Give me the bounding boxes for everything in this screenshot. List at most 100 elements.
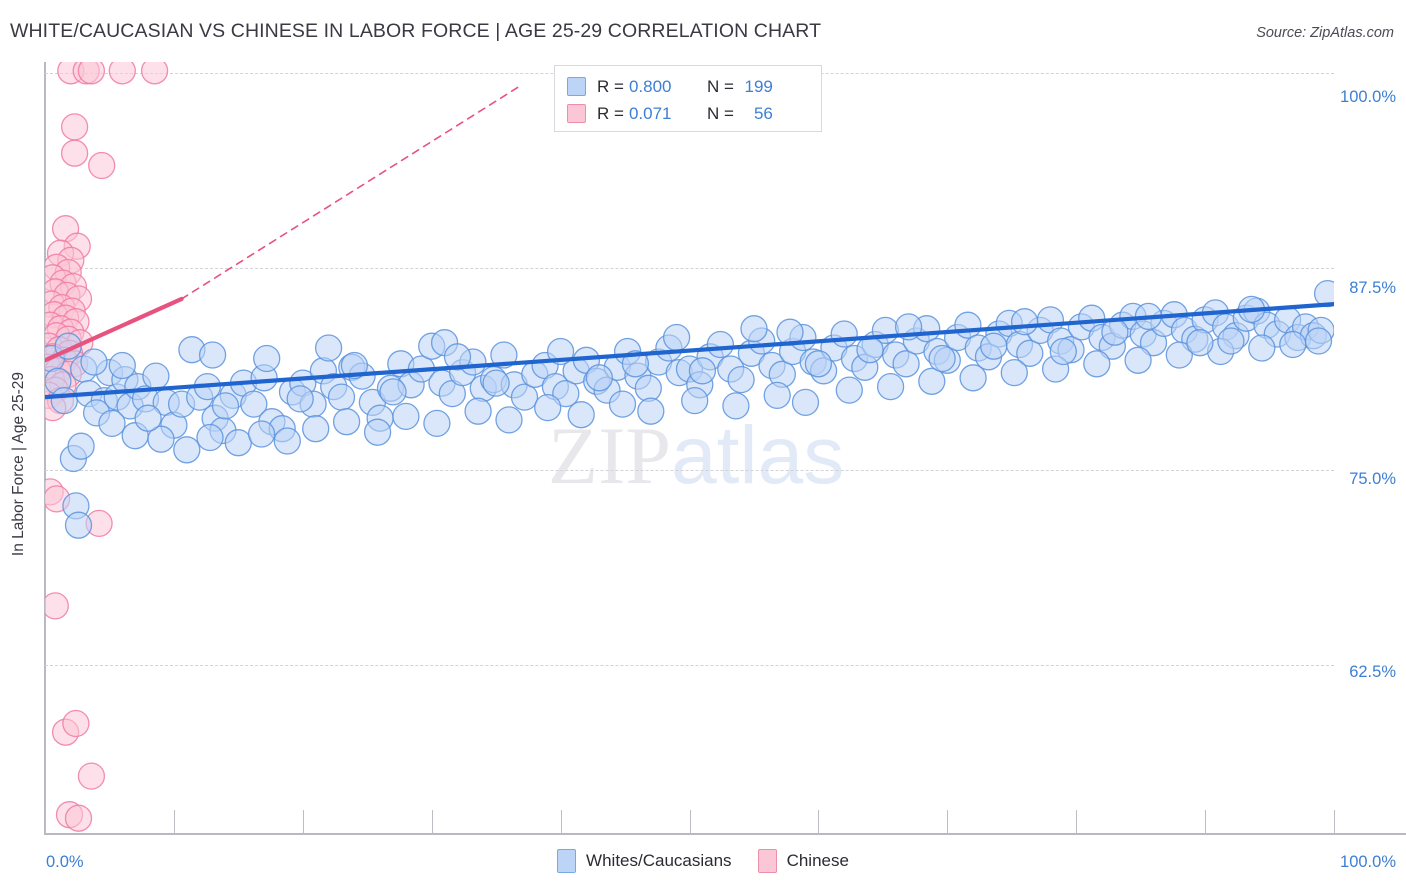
data-point	[173, 436, 201, 464]
data-point	[67, 432, 95, 460]
data-point	[224, 429, 252, 457]
data-point	[637, 397, 665, 425]
source-label: Source: ZipAtlas.com	[1256, 25, 1394, 41]
data-point	[64, 804, 93, 832]
data-point	[1279, 330, 1307, 359]
data-point	[1010, 308, 1039, 336]
page-title: WHITE/CAUCASIAN VS CHINESE IN LABOR FORC…	[10, 20, 822, 42]
stats-r-value-chinese: 0.071	[628, 103, 672, 123]
data-point	[392, 402, 420, 431]
x-axis-tick	[302, 810, 304, 834]
legend-label-chinese: Chinese	[786, 851, 849, 870]
data-point	[876, 372, 905, 401]
data-point	[314, 334, 343, 362]
x-axis-tick	[431, 810, 433, 834]
data-point	[634, 374, 662, 402]
data-point	[286, 385, 314, 413]
data-point	[495, 406, 523, 434]
x-axis-tick	[1334, 810, 1335, 834]
data-point	[1101, 318, 1129, 346]
x-axis-tick	[1076, 810, 1078, 834]
data-point	[332, 408, 361, 436]
stats-n-label-chinese: N =	[706, 103, 734, 123]
correlation-chart-page: WHITE/CAUCASIAN VS CHINESE IN LABOR FORC…	[0, 0, 1406, 892]
data-point	[706, 330, 735, 359]
data-point	[534, 393, 562, 422]
data-point	[835, 376, 863, 404]
data-point	[681, 386, 709, 415]
plot-area	[45, 62, 1334, 834]
data-point	[1000, 358, 1028, 387]
chinese-points-group	[45, 62, 169, 832]
data-point	[740, 315, 768, 343]
legend-label-whites: Whites/Caucasians	[586, 851, 732, 870]
data-point	[804, 350, 833, 378]
data-point	[62, 709, 90, 738]
stats-r-value-whites: 0.800	[628, 76, 672, 96]
x-axis-tick	[560, 810, 562, 834]
stats-row-whites: R = 0.800 N = 199	[567, 73, 809, 100]
swatch-chinese-icon	[567, 104, 586, 123]
data-point	[608, 390, 637, 418]
data-point	[464, 397, 492, 425]
x-axis-tick	[1205, 810, 1207, 834]
data-point	[662, 323, 691, 352]
data-point	[688, 357, 717, 385]
data-point	[980, 332, 1008, 360]
y-tick-label-100: 100.0%	[1340, 88, 1396, 106]
data-point	[722, 392, 750, 420]
data-point	[928, 344, 956, 373]
stats-n-label-whites: N =	[706, 76, 734, 96]
data-point	[727, 365, 755, 394]
data-point	[77, 762, 106, 790]
data-point	[482, 369, 510, 397]
stats-row-chinese: R = 0.071 N = 56	[567, 100, 809, 127]
data-point	[423, 409, 451, 438]
data-point	[567, 401, 595, 429]
data-point	[211, 392, 240, 420]
y-axis-title: In Labor Force | Age 25-29	[10, 371, 27, 557]
series-legend: Whites/Caucasians Chinese	[0, 849, 1406, 873]
x-axis-tick	[947, 810, 949, 834]
data-point	[45, 592, 69, 620]
data-point	[1124, 346, 1152, 374]
data-point	[50, 386, 78, 415]
data-point	[830, 320, 858, 348]
chinese-trendline-extension	[180, 83, 523, 300]
data-point	[1186, 329, 1214, 357]
data-point	[302, 415, 330, 443]
data-point	[247, 420, 276, 448]
y-tick-label-75: 75.0%	[1349, 470, 1396, 488]
data-point	[64, 511, 93, 539]
data-point	[959, 364, 987, 392]
data-point	[142, 362, 170, 390]
data-point	[88, 151, 116, 180]
legend-swatch-chinese-icon	[757, 849, 777, 873]
y-tick-label-87-5: 87.5%	[1349, 279, 1396, 297]
data-point	[585, 364, 613, 392]
data-point	[763, 381, 791, 410]
stats-n-value-chinese: 56	[753, 103, 773, 123]
stats-r-label-whites: R =	[597, 76, 624, 96]
data-point	[273, 427, 301, 455]
legend-swatch-whites-icon	[557, 849, 577, 873]
data-point	[379, 378, 407, 406]
data-point	[954, 311, 982, 339]
scatter-plot-svg	[45, 62, 1334, 832]
data-point	[363, 418, 392, 446]
data-point	[510, 383, 539, 411]
data-point	[108, 62, 136, 85]
data-point	[134, 404, 162, 432]
x-axis-tick	[45, 810, 46, 834]
data-point	[791, 388, 820, 417]
data-point	[80, 348, 108, 376]
x-axis-tick	[818, 810, 820, 834]
data-point	[140, 62, 169, 85]
legend-item-chinese[interactable]: Chinese	[757, 849, 849, 873]
data-point	[1248, 334, 1276, 362]
data-point	[198, 341, 227, 369]
data-point	[1304, 327, 1333, 355]
legend-item-whites[interactable]: Whites/Caucasians	[557, 849, 732, 873]
data-point	[196, 423, 224, 452]
data-point	[1217, 327, 1245, 355]
